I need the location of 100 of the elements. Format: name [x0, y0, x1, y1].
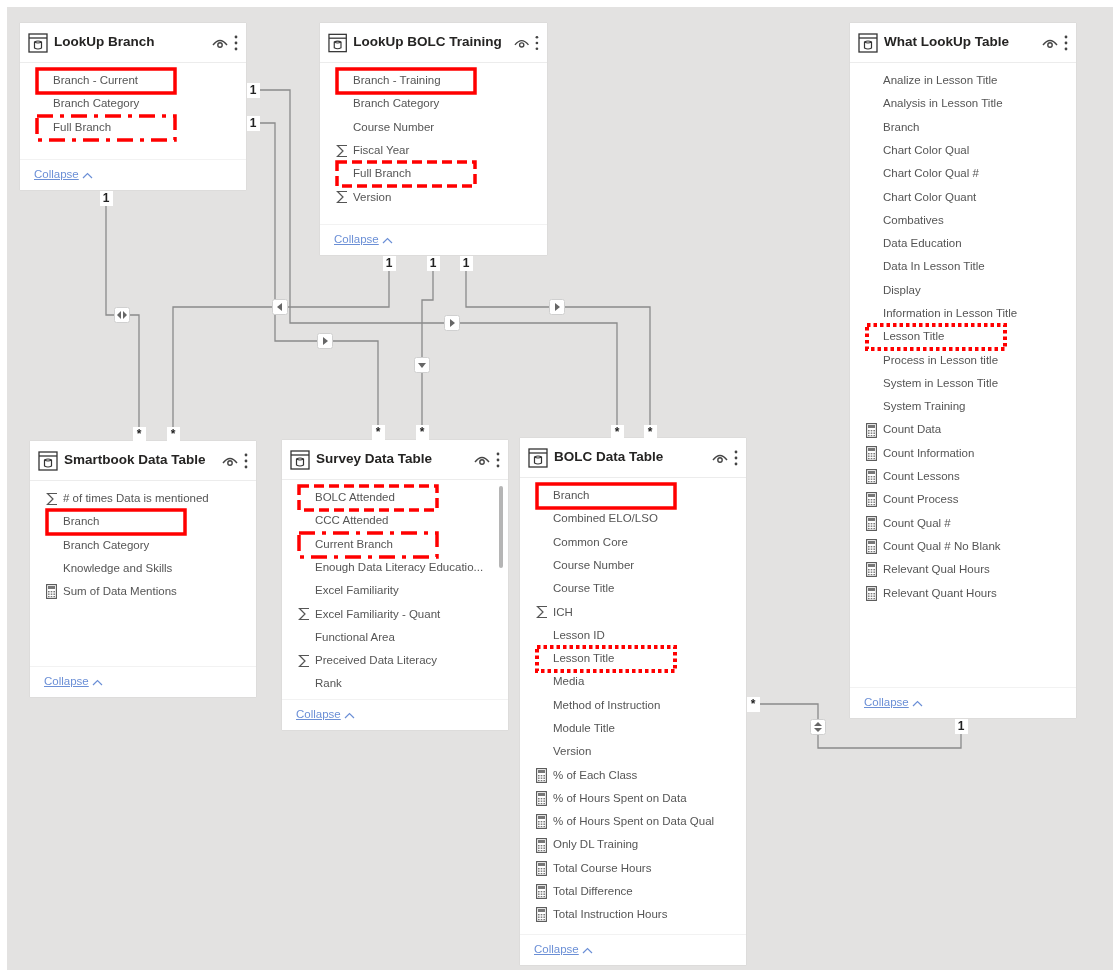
cardinality-label: 1	[246, 115, 260, 131]
field-name[interactable]: System in Lesson Title	[883, 374, 999, 393]
field-name[interactable]: Information in Lesson Title	[883, 305, 1018, 323]
field-name[interactable]: System Training	[883, 398, 966, 416]
cardinality-label: *	[610, 424, 624, 440]
field-name[interactable]: Branch Category	[353, 95, 440, 113]
field-name[interactable]: Branch Category	[63, 536, 150, 554]
field-name[interactable]: Functional Area	[315, 628, 395, 647]
field-name[interactable]: Count Lessons	[883, 468, 960, 486]
field-name[interactable]: Lesson Title	[553, 650, 615, 668]
field-name[interactable]: Branch	[63, 513, 100, 531]
field-name[interactable]: Full Branch	[53, 118, 112, 136]
cardinality-label: 1	[954, 718, 968, 734]
field-name[interactable]: Data Education	[883, 235, 962, 253]
table-title: Smartbook Data Table	[64, 451, 206, 470]
field-name[interactable]: Excel Familiarity - Quant	[315, 605, 441, 623]
field-name[interactable]: Version	[553, 743, 592, 761]
field-name[interactable]: Total Instruction Hours	[553, 906, 668, 924]
field-name[interactable]: BOLC Attended	[315, 489, 395, 507]
table-card[interactable]: LookUp Branch Branch - Current Branch Category Full Branch Collapse	[20, 23, 246, 190]
field-name[interactable]: # of times Data is mentioned	[63, 490, 209, 508]
field-name[interactable]: Course Title	[553, 580, 615, 598]
field-name[interactable]: Excel Familiarity	[315, 582, 399, 600]
field-name[interactable]: Analysis in Lesson Title	[883, 95, 1003, 113]
field-name[interactable]: Chart Color Qual	[883, 141, 970, 160]
chevron-up-icon	[343, 711, 355, 719]
field-name[interactable]: Count Qual # No Blank	[883, 537, 1001, 556]
table-icon	[858, 32, 878, 53]
field-name[interactable]: Branch - Training	[353, 72, 441, 90]
field-name[interactable]: Total Difference	[553, 883, 633, 901]
field-name[interactable]: Method of Instruction	[553, 696, 661, 714]
field-name[interactable]: Count Process	[883, 491, 959, 509]
table-title: Survey Data Table	[316, 450, 433, 469]
field-name[interactable]: Analize in Lesson Title	[883, 72, 998, 90]
field-name[interactable]: Count Data	[883, 421, 942, 439]
table-card[interactable]	[850, 23, 1076, 718]
table-icon	[38, 450, 58, 471]
more-icon[interactable]	[734, 449, 738, 466]
field-name[interactable]: Module Title	[553, 720, 615, 738]
table-icon	[328, 32, 348, 53]
field-name[interactable]: Course Number	[553, 556, 635, 575]
field-name[interactable]: Lesson Title	[883, 328, 945, 346]
field-name[interactable]: Relevant Quant Hours	[883, 584, 997, 602]
more-icon[interactable]	[234, 34, 238, 51]
field-name[interactable]: Enough Data Literacy Educatio...	[315, 558, 484, 577]
table-icon	[290, 449, 310, 470]
field-name[interactable]: Relevant Qual Hours	[883, 561, 990, 579]
field-name[interactable]: Branch - Current	[53, 72, 138, 90]
field-name[interactable]: Chart Color Quant	[883, 188, 977, 206]
table-icon	[28, 32, 48, 53]
field-name[interactable]: Combatives	[883, 211, 944, 230]
table-icon	[528, 447, 548, 468]
table-title: BOLC Data Table	[554, 448, 664, 467]
cardinality-label: *	[166, 426, 180, 442]
scrollbar[interactable]	[499, 486, 503, 568]
more-icon[interactable]	[496, 451, 500, 468]
field-name[interactable]: Branch	[883, 118, 920, 136]
field-name[interactable]: Lesson ID	[553, 626, 605, 645]
table-card[interactable]: LookUp BOLC Training Branch - Training Branch Category Course Number Fiscal Year Full Branch Version Collapse	[320, 23, 547, 255]
field-name[interactable]: Branch Category	[53, 95, 140, 113]
cardinality-label: 1	[459, 255, 473, 271]
field-name[interactable]: ICH	[553, 603, 573, 621]
field-name[interactable]: Combined ELO/LSO	[553, 510, 658, 528]
field-name[interactable]: Count Information	[883, 444, 975, 462]
field-name[interactable]: Common Core	[553, 533, 628, 551]
field-name[interactable]: Fiscal Year	[353, 141, 410, 160]
field-name[interactable]: Display	[883, 281, 921, 299]
more-icon[interactable]	[1064, 34, 1068, 51]
chevron-up-icon	[91, 678, 103, 686]
field-name[interactable]: % of Each Class	[553, 766, 638, 784]
field-name[interactable]: Data In Lesson Title	[883, 258, 985, 276]
field-name[interactable]: Full Branch	[353, 165, 412, 183]
field-name[interactable]: % of Hours Spent on Data Qual	[553, 813, 715, 831]
cardinality-label: 1	[382, 255, 396, 271]
table-card[interactable]: Smartbook Data Table # of times Data is mentioned Branch Branch Category Knowledge and Skills Sum of Data Mentions Collapse	[30, 441, 256, 697]
field-name[interactable]: Current Branch	[315, 535, 393, 553]
field-name[interactable]: Branch	[553, 487, 590, 505]
cardinality-label: *	[371, 424, 385, 440]
field-name[interactable]: Media	[553, 673, 585, 691]
cardinality-label: *	[643, 424, 657, 440]
field-name[interactable]: Preceived Data Literacy	[315, 652, 438, 670]
field-name[interactable]: Rank	[315, 675, 342, 693]
table-card[interactable]: Survey Data Table BOLC Attended CCC Attended Current Branch Enough Data Literacy Educatio... Excel Familiarity Excel Familiarity - Quant Functional Area Preceived Data Literacy Rank Collapse	[282, 440, 508, 730]
table-card[interactable]	[520, 438, 746, 965]
table-title: LookUp BOLC Training	[353, 33, 502, 52]
more-icon[interactable]	[535, 34, 539, 51]
field-name[interactable]: Total Course Hours	[553, 859, 652, 877]
table-title: LookUp Branch	[54, 33, 155, 52]
field-name[interactable]: Version	[353, 188, 392, 206]
more-icon[interactable]	[244, 452, 248, 469]
field-name[interactable]: Only DL Training	[553, 836, 639, 854]
field-name[interactable]: % of Hours Spent on Data	[553, 789, 687, 808]
field-name[interactable]: Sum of Data Mentions	[63, 583, 177, 601]
field-name[interactable]: Course Number	[353, 118, 435, 136]
field-name[interactable]: Chart Color Qual #	[883, 165, 979, 183]
field-name[interactable]: Count Qual #	[883, 514, 951, 532]
field-name[interactable]: Process in Lesson title	[883, 351, 999, 369]
table-title: What LookUp Table	[884, 33, 1009, 52]
field-name[interactable]: Knowledge and Skills	[63, 559, 173, 578]
field-name[interactable]: CCC Attended	[315, 512, 389, 530]
